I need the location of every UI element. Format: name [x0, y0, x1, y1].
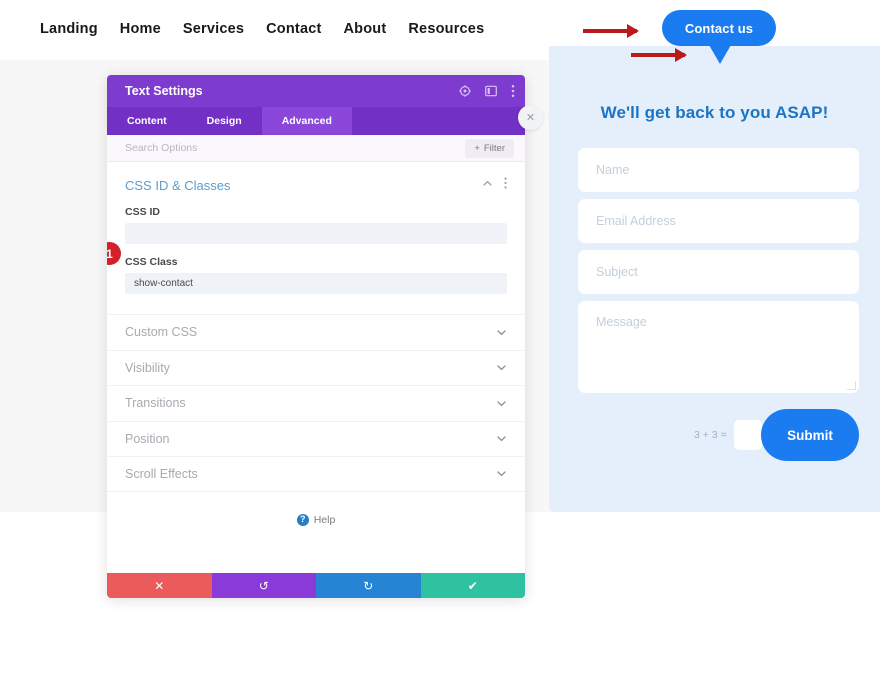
submit-button[interactable]: Submit	[761, 409, 859, 461]
step-badge-1: 1	[107, 242, 121, 265]
section-label: Visibility	[125, 360, 170, 375]
chevron-up-icon[interactable]	[482, 176, 493, 194]
chevron-down-icon[interactable]	[496, 327, 507, 338]
captcha-group: 3 + 3 =	[694, 420, 762, 450]
section-css-id-classes: CSS ID & Classes CSS ID CSS Class show-c…	[107, 162, 525, 294]
cancel-button[interactable]: ✕	[107, 573, 212, 598]
section-custom-css[interactable]: Custom CSS	[107, 314, 525, 350]
redo-button[interactable]: ↻	[316, 573, 421, 598]
chevron-down-icon[interactable]	[496, 362, 507, 373]
modal-tab-bar: Content Design Advanced	[107, 107, 525, 135]
annotation-arrow-top	[583, 24, 639, 38]
plus-icon: +	[474, 143, 480, 154]
question-mark-icon: ?	[296, 513, 309, 526]
chevron-down-icon[interactable]	[496, 468, 507, 479]
collapsed-sections-list: Custom CSS Visibility Transitions Positi…	[107, 314, 525, 492]
target-icon[interactable]	[459, 85, 471, 97]
message-textarea[interactable]: Message	[578, 301, 859, 393]
annotation-arrow-bottom	[631, 48, 687, 62]
help-link[interactable]: ? Help	[107, 513, 525, 526]
contact-form-title: We'll get back to you ASAP!	[600, 103, 829, 122]
filter-button-label: Filter	[483, 143, 505, 154]
section-title: CSS ID & Classes	[125, 177, 231, 193]
css-id-input[interactable]	[125, 223, 507, 244]
nav-item-services[interactable]: Services	[183, 21, 244, 37]
section-position[interactable]: Position	[107, 420, 525, 457]
tab-advanced[interactable]: Advanced	[261, 107, 352, 135]
nav-item-home[interactable]: Home	[120, 21, 161, 37]
section-label: Position	[125, 431, 170, 446]
section-label: Custom CSS	[125, 325, 198, 340]
name-input[interactable]: Name	[578, 148, 859, 192]
main-navigation: Landing Home Services Contact About Reso…	[40, 21, 484, 37]
captcha-input[interactable]	[733, 420, 762, 450]
contact-us-bubble: Contact us	[662, 10, 776, 64]
nav-item-contact[interactable]: Contact	[266, 21, 321, 37]
section-visibility[interactable]: Visibility	[107, 349, 525, 386]
bubble-tail-icon	[709, 45, 731, 64]
modal-body: CSS ID & Classes CSS ID CSS Class show-c…	[107, 162, 525, 598]
nav-item-about[interactable]: About	[344, 21, 387, 37]
save-button[interactable]: ✔	[420, 573, 525, 598]
panel-layout-icon[interactable]	[485, 85, 497, 97]
modal-header: Text Settings	[107, 75, 525, 107]
page-root: Landing Home Services Contact About Reso…	[0, 0, 880, 693]
section-label: Scroll Effects	[125, 466, 198, 481]
css-class-input[interactable]: show-contact	[125, 273, 507, 294]
section-transitions[interactable]: Transitions	[107, 385, 525, 421]
section-label: Transitions	[125, 396, 186, 411]
contact-us-button[interactable]: Contact us	[662, 10, 776, 46]
resize-handle-icon[interactable]	[847, 381, 856, 390]
email-input[interactable]: Email Address	[578, 199, 859, 243]
search-options-input[interactable]: Search Options	[125, 142, 197, 154]
captcha-label: 3 + 3 =	[694, 429, 727, 441]
css-class-label: CSS Class	[125, 256, 178, 268]
modal-title: Text Settings	[125, 84, 203, 98]
more-vertical-icon[interactable]	[511, 84, 515, 98]
close-icon[interactable]: ✕	[518, 105, 543, 130]
section-header[interactable]: CSS ID & Classes	[125, 176, 507, 194]
contact-form-panel: We'll get back to you ASAP! Name Email A…	[549, 46, 880, 512]
message-placeholder: Message	[596, 315, 647, 329]
section-more-vertical-icon[interactable]	[504, 176, 507, 194]
nav-item-resources[interactable]: Resources	[408, 21, 484, 37]
tab-content[interactable]: Content	[107, 107, 187, 135]
modal-action-bar: ✕ ↺ ↻ ✔	[107, 573, 525, 598]
search-options-row: Search Options + Filter	[107, 135, 525, 162]
module-settings-modal: Text Settings Content Design Advanced Se…	[107, 75, 543, 598]
nav-item-landing[interactable]: Landing	[40, 21, 98, 37]
undo-button[interactable]: ↺	[211, 573, 316, 598]
section-controls	[482, 176, 507, 194]
help-label: Help	[313, 513, 336, 526]
modal-header-actions	[459, 75, 515, 107]
tab-design[interactable]: Design	[187, 107, 262, 135]
chevron-down-icon[interactable]	[496, 433, 507, 444]
subject-input[interactable]: Subject	[578, 250, 859, 294]
css-id-label: CSS ID	[125, 206, 161, 218]
filter-button[interactable]: + Filter	[465, 139, 514, 158]
chevron-down-icon[interactable]	[496, 398, 507, 409]
section-scroll-effects[interactable]: Scroll Effects	[107, 456, 525, 492]
